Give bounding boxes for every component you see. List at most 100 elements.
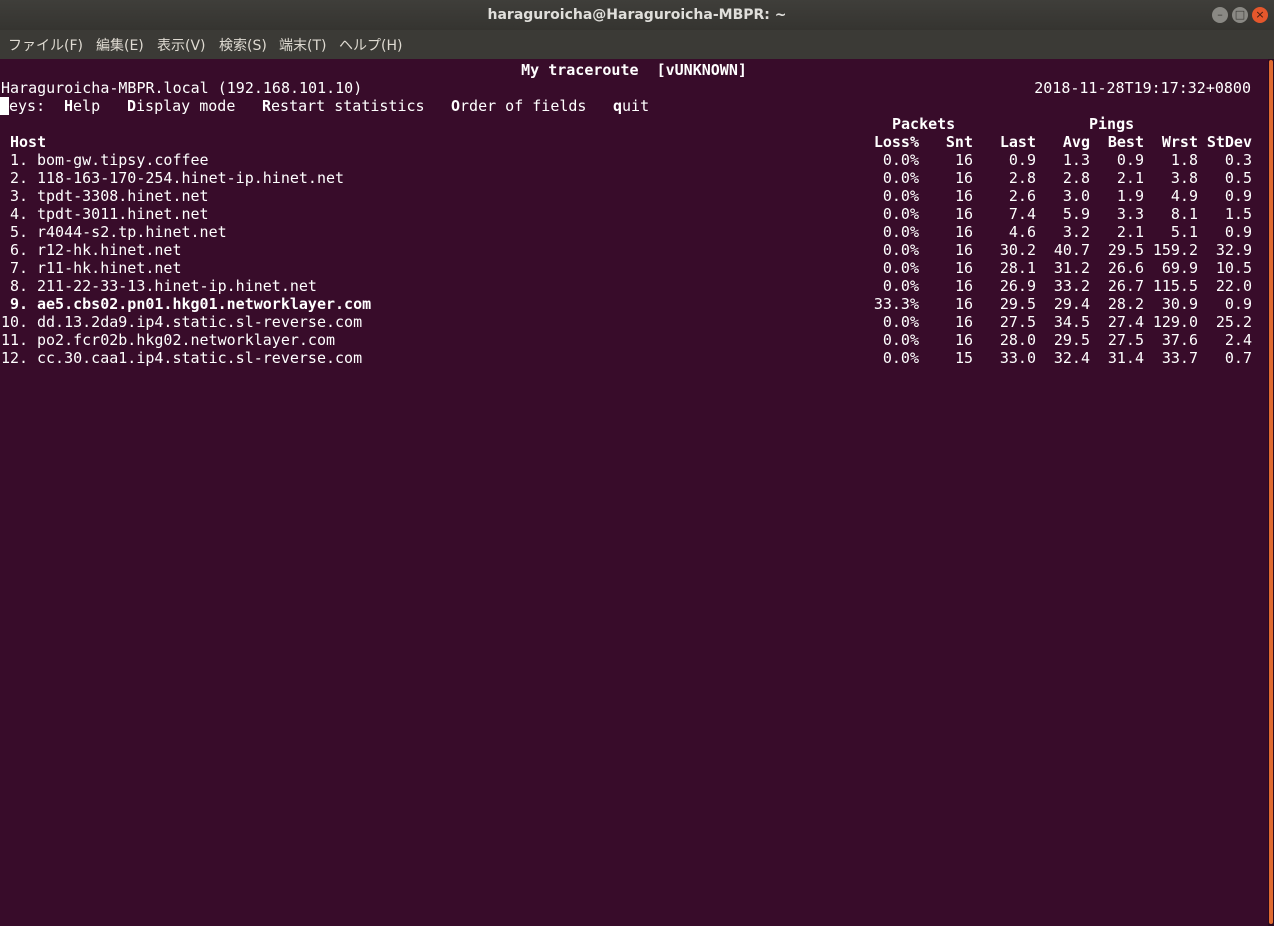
hop-loss: 33.3% [873, 295, 919, 313]
hop-snt: 16 [954, 205, 973, 223]
key-quit[interactable]: quit [613, 97, 649, 115]
key-order-label: rder of fields [460, 97, 587, 115]
hop-last: 2.8 [1008, 169, 1036, 187]
hop-best: 26.6 [1107, 259, 1144, 277]
hop-number: 4. [9, 205, 28, 223]
window-titlebar[interactable]: haraguroicha@Haraguroicha-MBPR: ~ – □ × [0, 0, 1274, 30]
key-restart-statistics[interactable]: Restart statistics [262, 97, 425, 115]
hop-avg: 34.5 [1053, 313, 1090, 331]
hop-avg: 40.7 [1053, 241, 1090, 259]
key-help-label: elp [73, 97, 101, 115]
hop-host: ae5.cbs02.pn01.hkg01.networklayer.com [37, 295, 372, 313]
host-info: Haraguroicha-MBPR.local (192.168.101.10) [1, 79, 363, 97]
close-button[interactable]: × [1252, 7, 1268, 23]
column-host: Host [10, 133, 47, 151]
hop-number: 9. [9, 295, 28, 313]
terminal-area[interactable]: My traceroute [vUNKNOWN] Haraguroicha-MB… [0, 59, 1268, 926]
scrollbar-thumb[interactable] [1269, 60, 1273, 924]
hop-best: 26.7 [1107, 277, 1144, 295]
hop-stdev: 1.5 [1224, 205, 1252, 223]
hop-loss: 0.0% [882, 349, 919, 367]
hop-snt: 16 [954, 169, 973, 187]
hop-wrst: 4.9 [1170, 187, 1198, 205]
menu-search[interactable]: 検索(S) [219, 30, 267, 62]
hop-stdev: 0.9 [1224, 295, 1252, 313]
hop-stdev: 10.5 [1215, 259, 1252, 277]
hop-loss: 0.0% [882, 331, 919, 349]
hop-last: 2.6 [1008, 187, 1036, 205]
hop-stdev: 0.9 [1224, 187, 1252, 205]
hop-snt: 16 [954, 295, 973, 313]
menu-terminal[interactable]: 端末(T) [279, 30, 326, 62]
hop-snt: 16 [954, 241, 973, 259]
hop-loss: 0.0% [882, 169, 919, 187]
hop-wrst: 8.1 [1170, 205, 1198, 223]
hop-loss: 0.0% [882, 205, 919, 223]
packets-group-header: Packets [892, 115, 956, 133]
hop-loss: 0.0% [882, 313, 919, 331]
hop-best: 3.3 [1116, 205, 1144, 223]
hop-snt: 16 [954, 187, 973, 205]
hop-host: cc.30.caa1.ip4.static.sl-reverse.com [37, 349, 363, 367]
hop-last: 28.1 [999, 259, 1036, 277]
hop-last: 26.9 [999, 277, 1036, 295]
column-snt: Snt [945, 133, 973, 151]
hop-snt: 16 [954, 313, 973, 331]
hop-stdev: 0.7 [1224, 349, 1252, 367]
menu-file[interactable]: ファイル(F) [8, 30, 83, 62]
hop-wrst: 33.7 [1161, 349, 1198, 367]
hop-number: 7. [9, 259, 28, 277]
hop-loss: 0.0% [882, 277, 919, 295]
hop-wrst: 5.1 [1170, 223, 1198, 241]
minimize-button[interactable]: – [1212, 7, 1228, 23]
hop-avg: 5.9 [1062, 205, 1090, 223]
hop-loss: 0.0% [882, 223, 919, 241]
hop-number: 12. [1, 349, 29, 367]
terminal-cursor [0, 97, 9, 115]
hop-stdev: 22.0 [1215, 277, 1252, 295]
hop-snt: 16 [954, 151, 973, 169]
hop-host: 118-163-170-254.hinet-ip.hinet.net [37, 169, 345, 187]
key-display-mode[interactable]: Display mode [127, 97, 235, 115]
hop-snt: 16 [954, 331, 973, 349]
key-quit-label: uit [622, 97, 650, 115]
menu-help[interactable]: ヘルプ(H) [339, 30, 402, 62]
hop-wrst: 30.9 [1161, 295, 1198, 313]
hop-snt: 16 [954, 259, 973, 277]
column-stdev: StDev [1206, 133, 1252, 151]
hop-stdev: 32.9 [1215, 241, 1252, 259]
hop-last: 28.0 [999, 331, 1036, 349]
key-help-hotkey: H [64, 97, 74, 115]
key-quit-hotkey: q [613, 97, 623, 115]
hop-host: dd.13.2da9.ip4.static.sl-reverse.com [37, 313, 363, 331]
column-wrst: Wrst [1161, 133, 1198, 151]
hop-avg: 3.2 [1062, 223, 1090, 241]
hop-host: r11-hk.hinet.net [37, 259, 182, 277]
hop-host: po2.fcr02b.hkg02.networklayer.com [37, 331, 336, 349]
window-title: haraguroicha@Haraguroicha-MBPR: ~ [487, 7, 787, 23]
menu-view[interactable]: 表示(V) [157, 30, 206, 62]
hop-stdev: 2.4 [1224, 331, 1252, 349]
hop-stdev: 0.9 [1224, 223, 1252, 241]
key-order-of-fields[interactable]: Order of fields [451, 97, 586, 115]
hop-wrst: 129.0 [1152, 313, 1198, 331]
hop-loss: 0.0% [882, 187, 919, 205]
hop-host: r4044-s2.tp.hinet.net [37, 223, 227, 241]
hop-wrst: 1.8 [1170, 151, 1198, 169]
hop-best: 2.1 [1116, 223, 1144, 241]
menu-edit[interactable]: 編集(E) [96, 30, 144, 62]
hop-snt: 16 [954, 223, 973, 241]
hop-avg: 29.5 [1053, 331, 1090, 349]
keys-label: eys: [9, 97, 46, 115]
hop-last: 27.5 [999, 313, 1036, 331]
key-help[interactable]: Help [64, 97, 100, 115]
hop-stdev: 0.3 [1224, 151, 1252, 169]
hop-last: 7.4 [1008, 205, 1036, 223]
hop-best: 0.9 [1116, 151, 1144, 169]
hop-number: 8. [9, 277, 28, 295]
mtr-header: My traceroute [vUNKNOWN] [521, 61, 747, 79]
hop-last: 30.2 [999, 241, 1036, 259]
hop-number: 1. [9, 151, 28, 169]
hop-host: bom-gw.tipsy.coffee [37, 151, 209, 169]
maximize-button[interactable]: □ [1232, 7, 1248, 23]
